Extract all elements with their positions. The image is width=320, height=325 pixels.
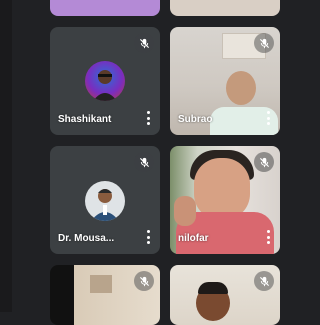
video-person-face (194, 158, 250, 220)
mic-off-icon (254, 33, 274, 53)
more-vert-icon[interactable] (266, 111, 270, 125)
avatar (85, 181, 125, 221)
participant-tile-bottom-left[interactable] (50, 265, 160, 325)
participant-name: Subrao (178, 114, 213, 125)
participant-tile-subrao[interactable]: Subrao (170, 27, 280, 135)
video-hand (174, 196, 196, 226)
participant-name: nilofar (178, 233, 209, 244)
participant-tile-dr-mousa[interactable]: Dr. Mousa... (50, 146, 160, 254)
mic-off-icon (134, 271, 154, 291)
mic-off-icon (254, 152, 274, 172)
video-frame (90, 275, 112, 293)
video-person-head (226, 71, 256, 105)
participant-tile-top-left[interactable] (50, 0, 160, 16)
mic-off-icon (254, 271, 274, 291)
more-vert-icon[interactable] (146, 230, 150, 244)
mic-off-icon (134, 152, 154, 172)
participant-tile-bottom-right[interactable] (170, 265, 280, 325)
video-person-hair (198, 282, 228, 294)
avatar (85, 61, 125, 101)
mic-off-icon (134, 33, 154, 53)
participant-name: Dr. Mousa... (58, 233, 115, 244)
participant-tile-shashikant[interactable]: Shashikant (50, 27, 160, 135)
participant-tile-nilofar[interactable]: nilofar (170, 146, 280, 254)
participant-name: Shashikant (58, 114, 112, 125)
more-vert-icon[interactable] (146, 111, 150, 125)
participant-tile-top-right[interactable] (170, 0, 280, 16)
more-vert-icon[interactable] (266, 230, 270, 244)
left-edge (0, 0, 12, 312)
